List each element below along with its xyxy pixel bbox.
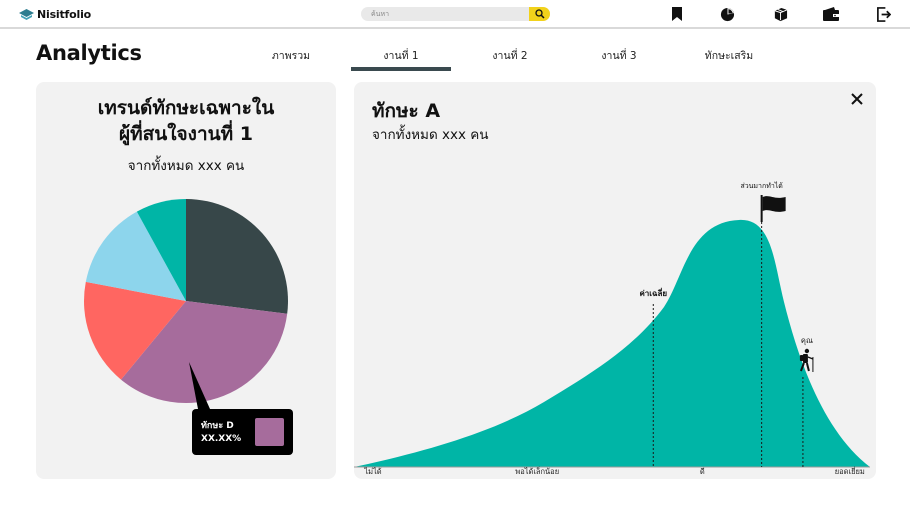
tab-overview[interactable]: ภาพรวม — [241, 47, 341, 64]
top-bar: Nisitfolio — [0, 0, 910, 29]
hiker-icon — [799, 348, 814, 372]
search-input[interactable] — [371, 7, 521, 21]
you-label: คุณ — [801, 336, 813, 345]
bookmark-icon[interactable] — [669, 6, 685, 22]
cube-icon[interactable] — [772, 6, 788, 22]
tooltip-pointer — [189, 362, 210, 409]
x-tick-label: ไม่ได้ — [363, 467, 381, 476]
logout-icon[interactable] — [875, 6, 891, 22]
search-icon — [534, 9, 545, 19]
x-tick-label: ยอดเยี่ยม — [835, 466, 865, 476]
pie-slice[interactable] — [186, 199, 288, 314]
flag-icon — [760, 195, 786, 222]
distribution-area — [354, 219, 870, 467]
page-title: Analytics — [36, 41, 142, 65]
majority-label: ส่วนมากทำได้ — [740, 181, 782, 190]
x-tick-label: ดี — [700, 467, 705, 476]
logo-icon — [19, 8, 34, 20]
logo[interactable]: Nisitfolio — [19, 7, 91, 22]
skill-detail-card: ทักษะ A จากทั้งหมด xxx คน ไม่ได้ พอได้เล็… — [354, 82, 876, 479]
tooltip-skill-name: ทักษะ D — [201, 421, 234, 431]
tab-job-3[interactable]: งานที่ 3 — [569, 47, 669, 64]
x-tick-label: พอได้เล็กน้อย — [515, 466, 559, 476]
tab-job-1[interactable]: งานที่ 1 — [351, 47, 451, 64]
wallet-icon[interactable] — [823, 6, 839, 22]
search-button[interactable] — [529, 7, 550, 21]
distribution-chart: ไม่ได้ พอได้เล็กน้อย ดี ยอดเยี่ยม ค่าเฉลี่ย ส… — [354, 181, 870, 476]
search-bar — [361, 7, 550, 21]
tab-job-2[interactable]: งานที่ 2 — [460, 47, 560, 64]
tooltip-skill-value: XX.XX% — [201, 434, 242, 444]
app-name: Nisitfolio — [37, 8, 91, 21]
pie-tooltip: ทักษะ D XX.XX% — [192, 409, 293, 455]
average-label: ค่าเฉลี่ย — [639, 287, 667, 298]
active-tab-indicator — [351, 67, 451, 71]
tooltip-color-swatch — [255, 418, 284, 446]
tab-extra-skills[interactable]: ทักษะเสริม — [679, 47, 779, 64]
pie-chart-icon[interactable] — [719, 6, 735, 22]
